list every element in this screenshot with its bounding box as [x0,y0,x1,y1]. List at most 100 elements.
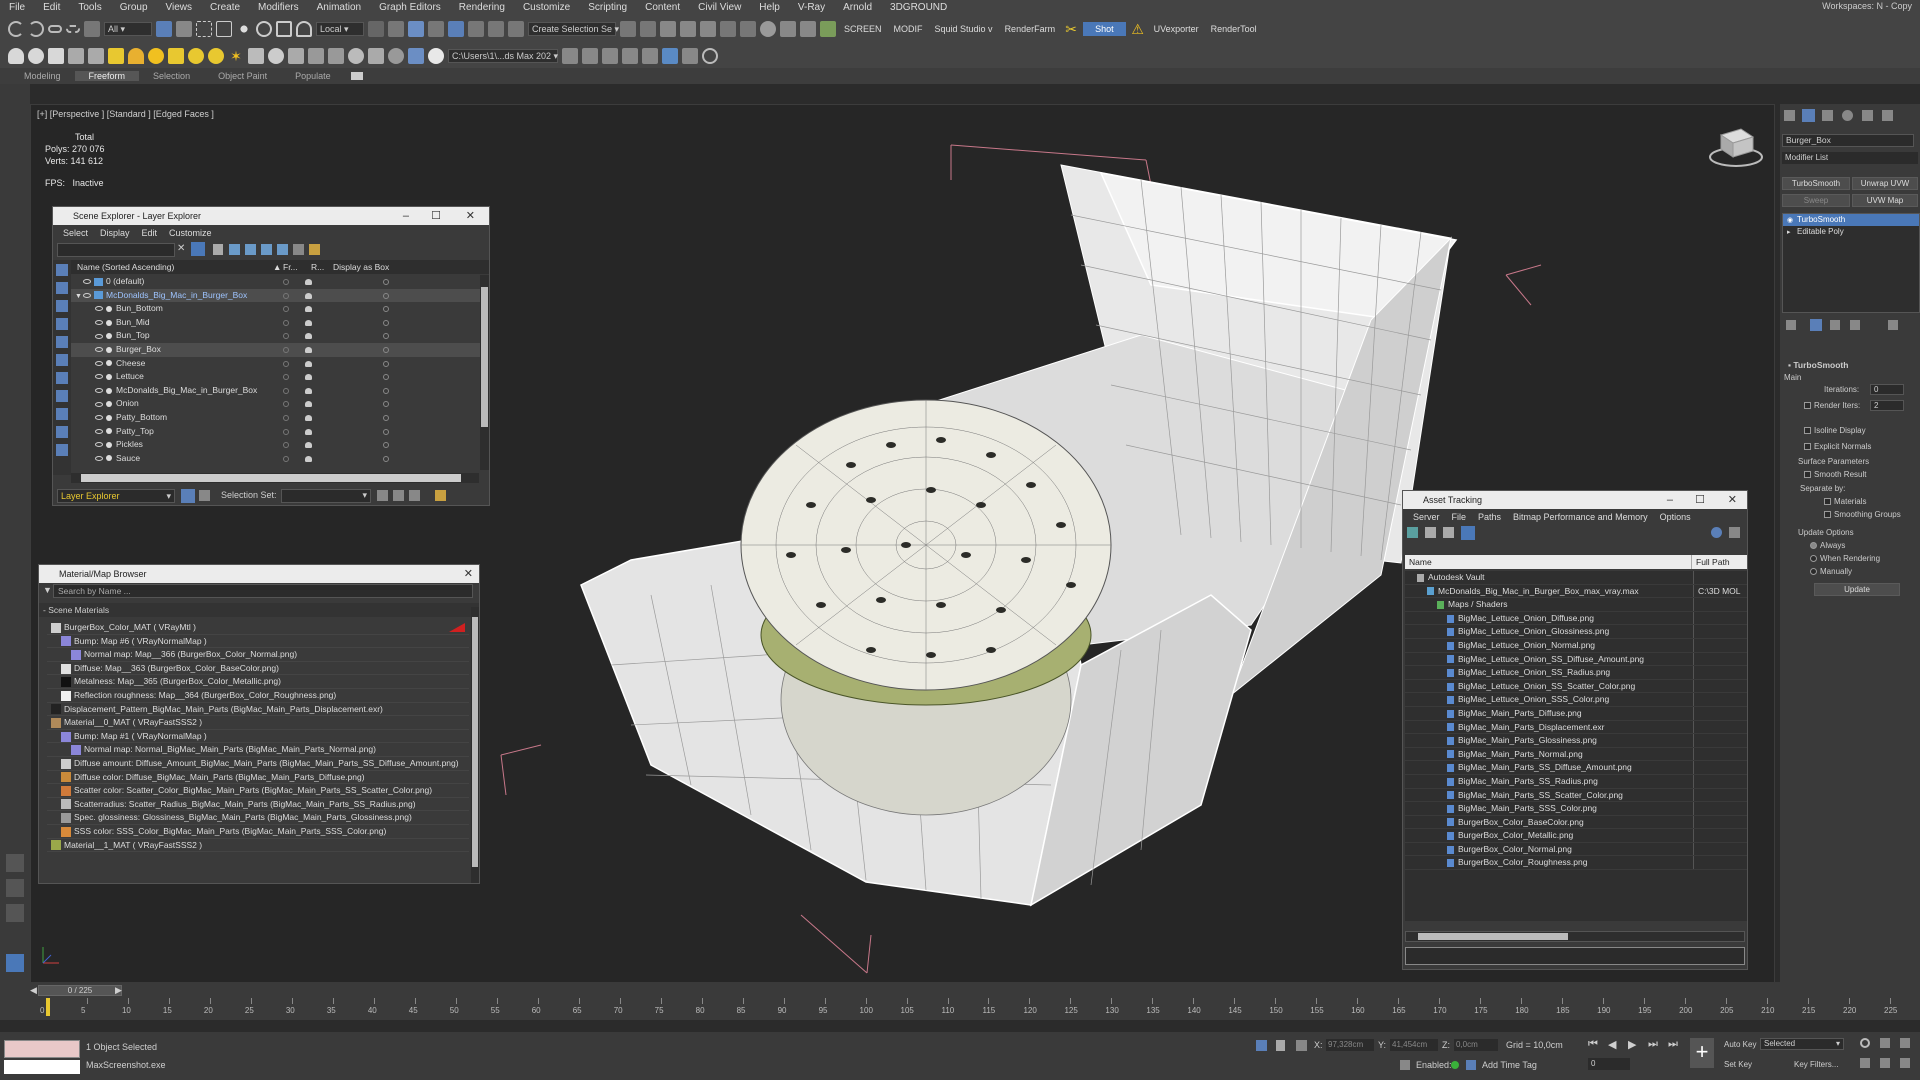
tree-row[interactable]: Bun_Bottom [71,302,481,316]
prev-frame-icon[interactable]: ◀ [1608,1038,1616,1051]
sync-icon[interactable] [293,244,304,255]
asset-row[interactable]: BigMac_Lettuce_Onion_SS_Diffuse_Amount.p… [1405,652,1747,667]
menu-views[interactable]: Views [157,2,202,13]
open-folder-icon[interactable] [582,48,598,64]
graph-icon[interactable] [662,48,678,64]
scene-explorer-hscroll[interactable] [71,473,479,483]
vray-lightmix-icon[interactable] [388,48,404,64]
display-containers-icon[interactable] [56,426,68,438]
visibility-eye-icon[interactable] [83,292,91,298]
layer-props-icon[interactable] [261,244,272,255]
view-tree-icon[interactable] [1443,527,1454,538]
tree-row[interactable]: Onion [71,397,481,411]
remove-set-icon[interactable] [393,490,404,501]
manually-radio[interactable]: Manually [1810,567,1852,576]
sphere-icon[interactable] [28,48,44,64]
vray-multi-icon[interactable] [368,48,384,64]
tree-row[interactable]: Patty_Top [71,425,481,439]
menu-arnold[interactable]: Arnold [834,2,881,13]
selection-filter-dropdown[interactable]: All ▾ [104,22,152,36]
selection-lock-icon[interactable] [1276,1040,1285,1051]
unwrap-uvw-button[interactable]: Unwrap UVW [1852,177,1918,190]
material-row[interactable]: Displacement_Pattern_BigMac_Main_Parts (… [47,703,469,717]
render-teapot-icon[interactable] [305,292,312,299]
render-setup-icon[interactable] [780,21,796,37]
asset-menu-options[interactable]: Options [1654,512,1697,522]
asset-menu-bitmap-performance-and-memory[interactable]: Bitmap Performance and Memory [1507,512,1654,522]
tree-row[interactable]: Bun_Top [71,329,481,343]
visibility-eye-icon[interactable] [95,360,103,366]
tree-row[interactable]: Burger_Box [71,342,481,357]
explorer-type-dropdown[interactable]: Layer Explorer ▾ [57,489,175,503]
asset-row[interactable]: BigMac_Main_Parts_SSS_Color.png [1405,802,1747,816]
materials-checkbox[interactable]: Materials [1824,497,1866,506]
asset-row[interactable]: BigMac_Lettuce_Onion_SS_Radius.png [1405,666,1747,680]
scene-explorer-menu-select[interactable]: Select [57,228,94,238]
modify-tab-icon[interactable] [1802,109,1815,122]
display-box-icon[interactable] [383,306,389,313]
display-groups-icon[interactable] [56,372,68,384]
next-frame-icon[interactable]: ⏭ [1648,1038,1658,1051]
visibility-eye-icon[interactable] [95,428,103,434]
display-box-icon[interactable] [383,414,389,421]
material-row[interactable]: SSS color: SSS_Color_BigMac_Main_Parts (… [47,825,469,839]
viewport-layout-active-icon[interactable] [6,954,24,972]
orbit-icon[interactable] [1900,1058,1910,1068]
isolate-selection-icon[interactable] [1256,1040,1267,1051]
vray-clipper-icon[interactable] [308,48,324,64]
render-teapot-icon[interactable] [305,333,312,340]
material-browser-vscroll[interactable] [471,607,479,883]
material-search-input[interactable]: Search by Name ... [53,584,473,598]
freeze-icon[interactable] [283,387,289,394]
asset-row[interactable]: BigMac_Main_Parts_SS_Diffuse_Amount.png [1405,761,1747,775]
material-row[interactable]: BurgerBox_Color_MAT ( VRayMtl ) [47,621,469,635]
new-layer-icon[interactable] [229,244,240,255]
undo-icon[interactable] [8,21,24,37]
vray-decal-icon[interactable] [328,48,344,64]
freeze-icon[interactable] [283,306,289,313]
material-row[interactable]: Diffuse color: Diffuse_BigMac_Main_Parts… [47,771,469,785]
menu-file[interactable]: File [0,2,34,13]
scene-explorer-hscroll-thumb[interactable] [81,474,461,482]
visibility-eye-icon[interactable] [95,333,103,339]
smoothing-groups-checkbox[interactable]: Smoothing Groups [1824,510,1901,519]
render-teapot-icon[interactable] [305,442,312,449]
ambient-light-icon[interactable] [188,48,204,64]
turbosmooth-rollout-title[interactable]: ▪ TurboSmooth [1788,360,1848,370]
column-display-box-header[interactable]: Display as Box [333,260,389,274]
material-row[interactable]: Diffuse: Map__363 (BurgerBox_Color_BaseC… [47,662,469,676]
place-icon[interactable] [296,21,312,37]
turbosmooth-button[interactable]: TurboSmooth [1782,177,1850,190]
window-crossing-icon[interactable] [216,21,232,37]
select-object-icon[interactable] [156,21,172,37]
asset-row[interactable]: BigMac_Lettuce_Onion_Glossiness.png [1405,625,1747,639]
key-set-dropdown[interactable]: Selected ▾ [1760,1038,1844,1050]
render-icon[interactable] [642,48,658,64]
plane-icon[interactable] [68,48,84,64]
material-row[interactable]: Reflection roughness: Map__364 (BurgerBo… [47,689,469,703]
freeze-icon[interactable] [283,346,289,353]
search-expand-icon[interactable]: ▼ [43,585,52,595]
when-rendering-radio[interactable]: When Rendering [1810,554,1880,563]
asset-row[interactable]: BigMac_Main_Parts_Displacement.exr [1405,720,1747,735]
view-table-icon[interactable] [1461,526,1475,540]
visibility-eye-icon[interactable] [95,320,103,326]
slider-next-icon[interactable]: ▶ [115,985,122,996]
menu-help[interactable]: Help [750,2,789,13]
hierarchy-tab-icon[interactable] [1822,110,1833,121]
time-tag-icon[interactable] [1400,1060,1410,1070]
display-spacewarps-icon[interactable] [56,354,68,366]
smooth-result-checkbox[interactable]: Smooth Result [1804,470,1866,479]
display-box-icon[interactable] [383,292,389,299]
display-tab-icon[interactable] [1862,110,1873,121]
set-key-button[interactable]: Set Key [1724,1060,1752,1069]
display-xrefs-icon[interactable] [56,390,68,402]
render-teapot-icon[interactable] [305,319,312,326]
time-slider[interactable]: 0 / 225 [38,985,122,996]
freeze-icon[interactable] [283,360,289,367]
maximize-button[interactable]: ☐ [1695,491,1705,509]
display-geometry-icon[interactable] [56,264,68,276]
set-project-icon[interactable] [562,48,578,64]
freeze-icon[interactable] [283,292,289,299]
tree-row[interactable]: Patty_Bottom [71,411,481,425]
